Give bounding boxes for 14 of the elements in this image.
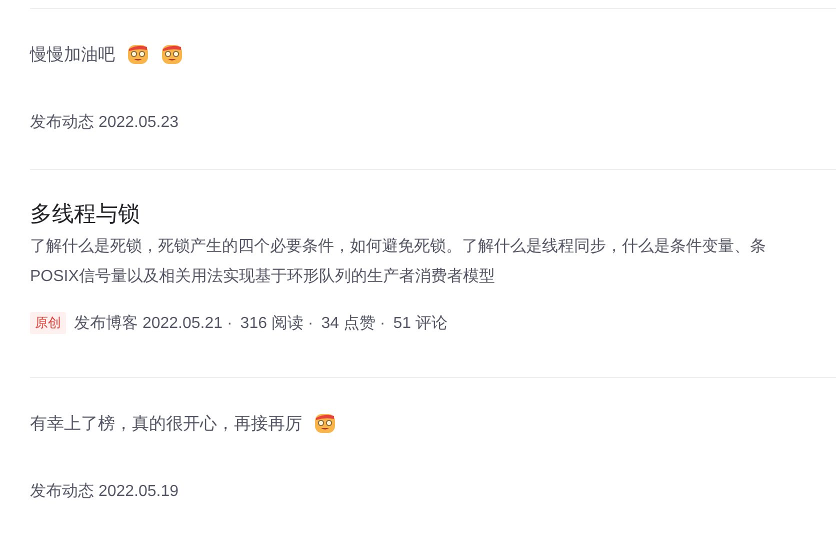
post-text: 有幸上了榜，真的很开心，再接再厉 xyxy=(30,412,302,434)
emoji-icon xyxy=(314,412,336,434)
emoji-icon xyxy=(127,43,149,65)
emoji-icon xyxy=(161,43,183,65)
post-date: 发布动态 2022.05.23 xyxy=(30,112,180,133)
blog-summary: 了解什么是死锁，死锁产生的四个必要条件，如何避免死锁。了解什么是线程同步，什么是条件变量、条POSIX信号量以及相关用法实现基于环形队列的生产者消费者模型 xyxy=(30,236,767,287)
post-date: 发布动态 2022.05.19 xyxy=(30,482,180,502)
blog-title[interactable]: 多线程与锁 xyxy=(30,200,836,228)
post-text: 慢慢加油吧 xyxy=(30,44,115,66)
original-tag: 原创 xyxy=(30,312,66,334)
blog-stat: 51 评论 xyxy=(393,314,448,334)
blog-stat: 316 阅读 · xyxy=(240,314,314,334)
blog-stat: 34 点赞 · xyxy=(321,314,386,334)
blog-date: 发布博客 2022.05.21 · xyxy=(74,314,232,334)
